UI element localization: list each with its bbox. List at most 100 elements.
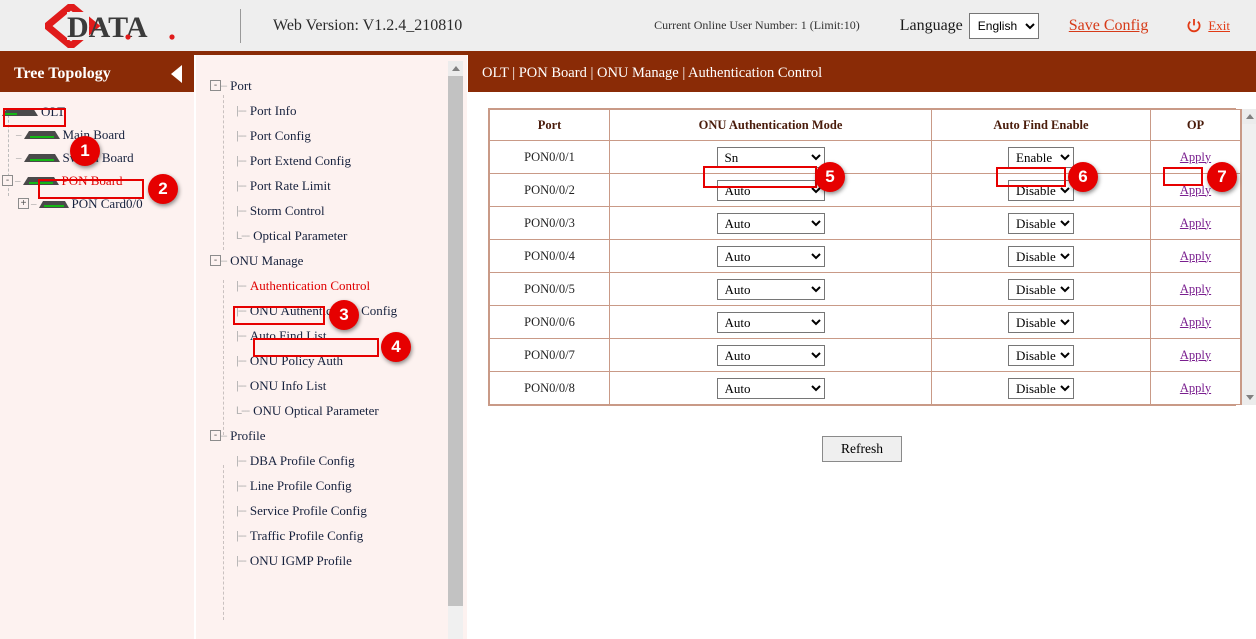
cell-port: PON0/0/4 xyxy=(490,240,610,273)
nav-scroll-thumb[interactable] xyxy=(448,76,463,606)
nav-item-label[interactable]: Storm Control xyxy=(250,203,325,219)
nav-expander-toggle[interactable]: - xyxy=(210,430,221,441)
save-config-link[interactable]: Save Config xyxy=(1069,17,1149,35)
auto-find-select[interactable]: Enable xyxy=(1008,147,1074,168)
nav-expander-toggle[interactable]: - xyxy=(210,255,221,266)
exit-link[interactable]: Exit xyxy=(1208,18,1230,34)
nav-item-label[interactable]: Port Rate Limit xyxy=(250,178,331,194)
nav-item-label[interactable]: ONU Authentication Config xyxy=(250,303,397,319)
chevron-down-icon xyxy=(1246,395,1254,400)
auth-mode-select[interactable]: Sn xyxy=(717,147,825,168)
nav-item-traffic-profile-config[interactable]: |--- Traffic Profile Config xyxy=(210,523,467,548)
apply-link[interactable]: Apply xyxy=(1180,282,1211,296)
cdata-logo-icon: DATA xyxy=(45,4,195,48)
tree-item-pon-card[interactable]: + – PON Card0/0 xyxy=(0,192,194,215)
language-select[interactable]: English xyxy=(969,13,1039,39)
auto-find-select[interactable]: Disable xyxy=(1008,345,1074,366)
cell-op: Apply xyxy=(1151,339,1241,372)
auto-find-select[interactable]: Disable xyxy=(1008,378,1074,399)
nav-item-label[interactable]: Authentication Control xyxy=(250,278,370,294)
apply-link[interactable]: Apply xyxy=(1180,150,1211,164)
auth-mode-select[interactable]: Auto xyxy=(717,180,825,201)
table-scroll-down-button[interactable] xyxy=(1242,390,1256,405)
auto-find-select[interactable]: Disable xyxy=(1008,246,1074,267)
cell-auto-find: Disable xyxy=(932,306,1151,339)
tree-item-pon-board[interactable]: - – PON Board xyxy=(0,169,194,192)
auto-find-select[interactable]: Disable xyxy=(1008,279,1074,300)
nav-item-port-rate-limit[interactable]: |--- Port Rate Limit xyxy=(210,173,467,198)
nav-scroll-up-button[interactable] xyxy=(448,61,463,76)
auth-mode-select[interactable]: Auto xyxy=(717,279,825,300)
nav-item-optical-parameter[interactable]: L--- Optical Parameter xyxy=(210,223,467,248)
refresh-button[interactable]: Refresh xyxy=(822,436,902,462)
nav-group-label[interactable]: ONU Manage xyxy=(230,253,303,269)
nav-item-label[interactable]: DBA Profile Config xyxy=(250,453,355,469)
nav-item-label[interactable]: Port Info xyxy=(250,103,297,119)
nav-item-authentication-control[interactable]: |--- Authentication Control xyxy=(210,273,467,298)
nav-item-service-profile-config[interactable]: |--- Service Profile Config xyxy=(210,498,467,523)
auth-mode-select[interactable]: Auto xyxy=(717,312,825,333)
nav-scrollbar[interactable] xyxy=(448,61,463,639)
apply-link[interactable]: Apply xyxy=(1180,381,1211,395)
nav-expander-toggle[interactable]: - xyxy=(210,80,221,91)
table-scroll-track[interactable] xyxy=(1242,124,1256,390)
nav-item-label[interactable]: Port Config xyxy=(250,128,311,144)
navigation-menu-pane: - – Port |--- Port Info |--- Port Config… xyxy=(196,55,468,639)
auth-mode-select[interactable]: Auto xyxy=(717,246,825,267)
table-scroll-up-button[interactable] xyxy=(1242,109,1256,124)
apply-link[interactable]: Apply xyxy=(1180,348,1211,362)
auth-mode-select[interactable]: Auto xyxy=(717,378,825,399)
nav-item-storm-control[interactable]: |--- Storm Control xyxy=(210,198,467,223)
nav-item-label[interactable]: Port Extend Config xyxy=(250,153,351,169)
nav-item-label[interactable]: Traffic Profile Config xyxy=(250,528,363,544)
brand-logo: DATA xyxy=(0,0,240,51)
tree-item-olt[interactable]: OLT xyxy=(0,100,194,123)
apply-link[interactable]: Apply xyxy=(1180,216,1211,230)
auth-mode-select[interactable]: Auto xyxy=(717,213,825,234)
tree-item-main-board[interactable]: – Main Board xyxy=(0,123,194,146)
auto-find-select[interactable]: Disable xyxy=(1008,213,1074,234)
tree-item-label: PON Card0/0 xyxy=(72,196,143,212)
apply-link[interactable]: Apply xyxy=(1180,315,1211,329)
nav-item-onu-igmp-profile[interactable]: |--- ONU IGMP Profile xyxy=(210,548,467,573)
nav-item-line-profile-config[interactable]: |--- Line Profile Config xyxy=(210,473,467,498)
nav-item-port-info[interactable]: |--- Port Info xyxy=(210,98,467,123)
nav-item-label[interactable]: ONU Optical Parameter xyxy=(253,403,379,419)
nav-branch-dash: |--- xyxy=(236,105,246,117)
tree-expander-toggle[interactable]: - xyxy=(2,175,13,186)
nav-group-profile[interactable]: - – Profile xyxy=(210,423,467,448)
apply-link[interactable]: Apply xyxy=(1180,183,1211,197)
nav-group-onu-manage[interactable]: - – ONU Manage xyxy=(210,248,467,273)
table-scrollbar[interactable] xyxy=(1241,109,1256,405)
nav-item-dba-profile-config[interactable]: |--- DBA Profile Config xyxy=(210,448,467,473)
exit-group[interactable]: Exit xyxy=(1186,18,1230,34)
collapse-left-icon[interactable] xyxy=(171,65,182,83)
nav-item-port-config[interactable]: |--- Port Config xyxy=(210,123,467,148)
nav-group-port[interactable]: - – Port xyxy=(210,73,467,98)
nav-item-label[interactable]: Auto Find List xyxy=(250,328,327,344)
nav-item-port-extend-config[interactable]: |--- Port Extend Config xyxy=(210,148,467,173)
nav-group-label[interactable]: Port xyxy=(230,78,252,94)
tree-expander-toggle[interactable]: + xyxy=(18,198,29,209)
auto-find-select[interactable]: Disable xyxy=(1008,180,1074,201)
nav-item-onu-authentication-config[interactable]: |--- ONU Authentication Config xyxy=(210,298,467,323)
nav-item-label[interactable]: Line Profile Config xyxy=(250,478,352,494)
nav-item-label[interactable]: Optical Parameter xyxy=(253,228,347,244)
nav-item-label[interactable]: ONU IGMP Profile xyxy=(250,553,352,569)
auth-mode-select[interactable]: Auto xyxy=(717,345,825,366)
nav-branch-dash: |--- xyxy=(236,330,246,342)
nav-item-onu-policy-auth[interactable]: |--- ONU Policy Auth xyxy=(210,348,467,373)
apply-link[interactable]: Apply xyxy=(1180,249,1211,263)
nav-group-label[interactable]: Profile xyxy=(230,428,265,444)
nav-item-onu-optical-parameter[interactable]: L--- ONU Optical Parameter xyxy=(210,398,467,423)
nav-item-auto-find-list[interactable]: |--- Auto Find List xyxy=(210,323,467,348)
nav-item-label[interactable]: Service Profile Config xyxy=(250,503,367,519)
cell-auth-mode: Auto xyxy=(610,306,932,339)
nav-item-label[interactable]: ONU Info List xyxy=(250,378,327,394)
auto-find-select[interactable]: Disable xyxy=(1008,312,1074,333)
nav-item-onu-info-list[interactable]: |--- ONU Info List xyxy=(210,373,467,398)
power-icon[interactable] xyxy=(1186,18,1202,34)
tree-item-label: Switch Board xyxy=(63,150,134,166)
tree-item-switch-board[interactable]: – Switch Board xyxy=(0,146,194,169)
nav-item-label[interactable]: ONU Policy Auth xyxy=(250,353,343,369)
